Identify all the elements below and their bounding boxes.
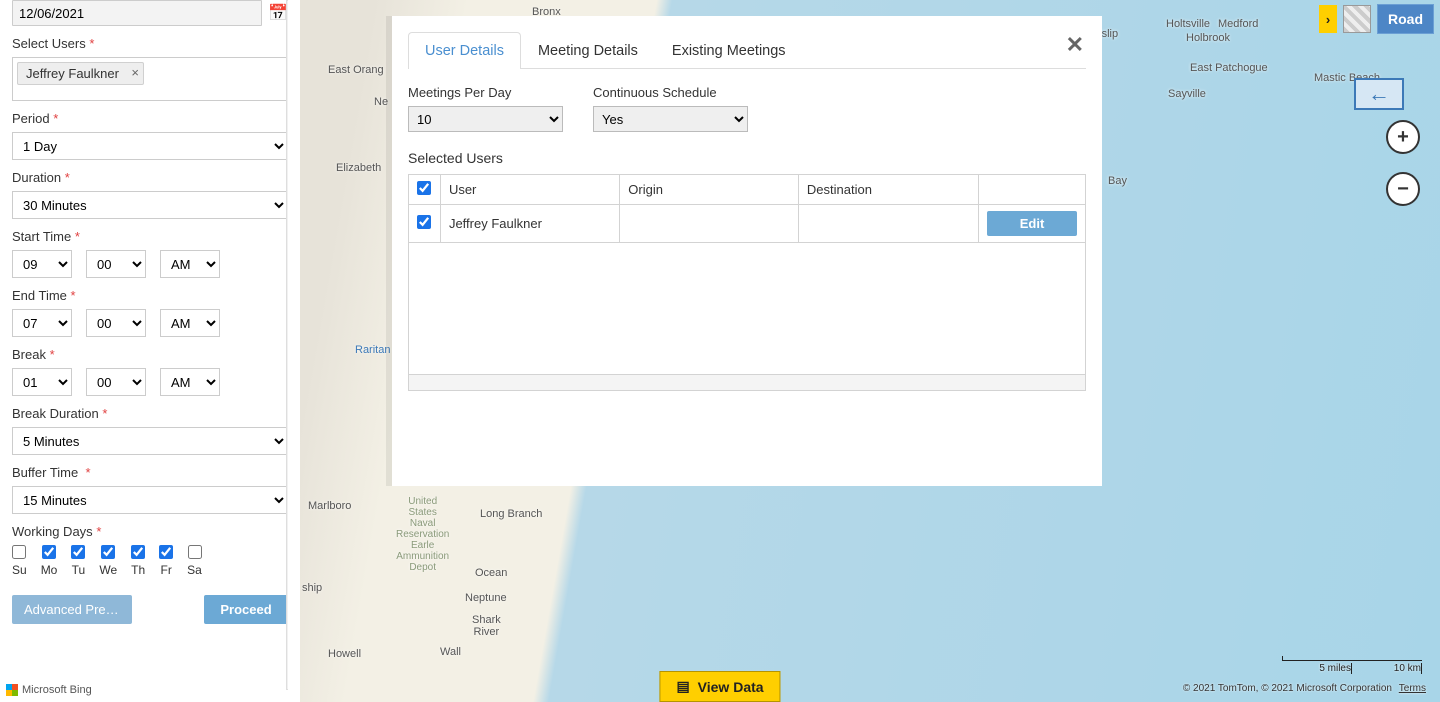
sidebar-scrollbar[interactable]	[286, 0, 288, 690]
map-copyright: © 2021 TomTom, © 2021 Microsoft Corporat…	[1183, 683, 1426, 694]
period-select[interactable]: 1 Day	[12, 132, 288, 160]
tab-existing-meetings[interactable]: Existing Meetings	[655, 32, 803, 69]
selected-users-table: User Origin Destination Jeffrey Faulkner…	[408, 174, 1086, 243]
duration-select[interactable]: 30 Minutes	[12, 191, 288, 219]
date-input[interactable]	[12, 0, 262, 26]
col-destination: Destination	[798, 175, 978, 205]
day-fr-checkbox[interactable]	[159, 545, 173, 559]
terms-link[interactable]: Terms	[1399, 683, 1426, 694]
user-details-modal: User Details Meeting Details Existing Me…	[392, 16, 1102, 486]
col-origin: Origin	[620, 175, 799, 205]
day-th-checkbox[interactable]	[131, 545, 145, 559]
end-ampm-select[interactable]: AM	[160, 309, 220, 337]
break-duration-label: Break Duration *	[12, 406, 288, 421]
break-duration-select[interactable]: 5 Minutes	[12, 427, 288, 455]
start-hour-select[interactable]: 09	[12, 250, 72, 278]
day-sa-label: Sa	[187, 563, 202, 577]
col-actions	[979, 175, 1086, 205]
col-user: User	[440, 175, 619, 205]
expand-panel-button[interactable]: ›	[1319, 5, 1337, 33]
zoom-out-button[interactable]: −	[1386, 172, 1420, 206]
break-ampm-select[interactable]: AM	[160, 368, 220, 396]
end-time-label: End Time *	[12, 288, 288, 303]
calendar-icon[interactable]: 📅	[268, 3, 288, 23]
continuous-schedule-label: Continuous Schedule	[593, 85, 748, 100]
period-label: Period *	[12, 111, 288, 126]
continuous-schedule-select[interactable]: Yes	[593, 106, 748, 132]
meetings-per-day-label: Meetings Per Day	[408, 85, 563, 100]
buffer-label: Buffer Time *	[12, 465, 288, 480]
advanced-preferences-button[interactable]: Advanced Prefere...	[12, 595, 132, 624]
table-footer	[408, 375, 1086, 391]
day-tu-label: Tu	[72, 563, 86, 577]
tab-meeting-details[interactable]: Meeting Details	[521, 32, 655, 69]
start-time-label: Start Time *	[12, 229, 288, 244]
meetings-per-day-select[interactable]: 10	[408, 106, 563, 132]
row-user: Jeffrey Faulkner	[440, 205, 619, 243]
aerial-toggle[interactable]	[1343, 5, 1371, 33]
bing-attribution: Microsoft Bing	[6, 684, 92, 696]
end-min-select[interactable]: 00	[86, 309, 146, 337]
start-min-select[interactable]: 00	[86, 250, 146, 278]
break-label: Break *	[12, 347, 288, 362]
map-scale: 5 miles 10 km	[1282, 660, 1422, 674]
day-we-checkbox[interactable]	[101, 545, 115, 559]
day-sa-checkbox[interactable]	[188, 545, 202, 559]
day-th-label: Th	[131, 563, 145, 577]
view-data-button[interactable]: ▤ View Data	[659, 671, 780, 702]
day-su-label: Su	[12, 563, 27, 577]
users-multiselect[interactable]: Jeffrey Faulkner ×	[12, 57, 288, 101]
selected-users-label: Selected Users	[408, 150, 1086, 166]
day-su-checkbox[interactable]	[12, 545, 26, 559]
start-ampm-select[interactable]: AM	[160, 250, 220, 278]
break-min-select[interactable]: 00	[86, 368, 146, 396]
working-days-row: Su Mo Tu We Th Fr Sa	[12, 545, 288, 577]
close-icon[interactable]: ✕	[1066, 32, 1084, 58]
table-row: Jeffrey Faulkner Edit	[409, 205, 1086, 243]
list-icon: ▤	[676, 678, 689, 695]
working-days-label: Working Days *	[12, 524, 288, 539]
sidebar-panel: 📅 Select Users * Jeffrey Faulkner × Peri…	[0, 0, 300, 702]
microsoft-logo-icon	[6, 684, 18, 696]
select-users-label: Select Users *	[12, 36, 288, 51]
buffer-select[interactable]: 15 Minutes	[12, 486, 288, 514]
road-view-button[interactable]: Road	[1377, 4, 1434, 34]
table-header-row: User Origin Destination	[409, 175, 1086, 205]
row-destination	[798, 205, 978, 243]
day-tu-checkbox[interactable]	[71, 545, 85, 559]
end-hour-select[interactable]: 07	[12, 309, 72, 337]
table-empty-area	[408, 243, 1086, 375]
day-fr-label: Fr	[161, 563, 172, 577]
day-we-label: We	[99, 563, 117, 577]
row-origin	[620, 205, 799, 243]
tab-user-details[interactable]: User Details	[408, 32, 521, 69]
day-mo-label: Mo	[41, 563, 58, 577]
edit-button[interactable]: Edit	[987, 211, 1077, 236]
row-checkbox[interactable]	[417, 215, 431, 229]
proceed-button[interactable]: Proceed	[204, 595, 288, 624]
remove-chip-icon[interactable]: ×	[131, 65, 139, 80]
back-arrow-button[interactable]: ←	[1354, 78, 1404, 110]
select-all-checkbox[interactable]	[417, 181, 431, 195]
duration-label: Duration *	[12, 170, 288, 185]
break-hour-select[interactable]: 01	[12, 368, 72, 396]
user-chip: Jeffrey Faulkner ×	[17, 62, 144, 85]
day-mo-checkbox[interactable]	[42, 545, 56, 559]
zoom-in-button[interactable]: +	[1386, 120, 1420, 154]
